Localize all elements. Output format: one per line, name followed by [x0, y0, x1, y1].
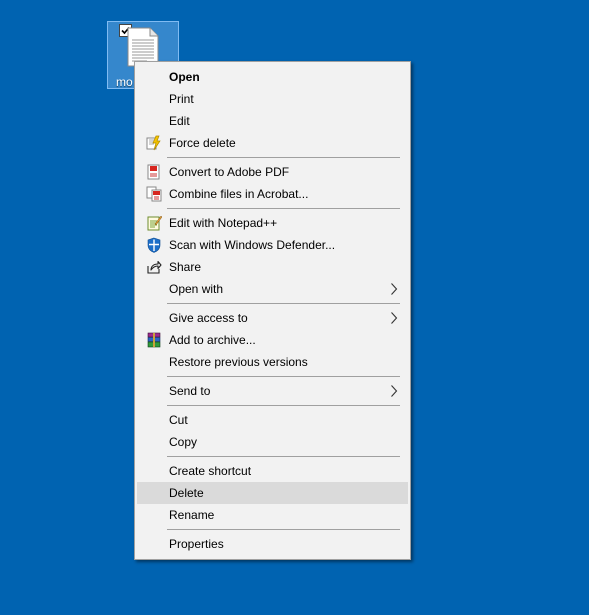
menu-item-label: Rename: [169, 508, 215, 522]
menu-item-label: Print: [169, 92, 194, 106]
menu-item-convert-to-pdf[interactable]: Convert to Adobe PDF: [137, 161, 408, 183]
menu-item-scan-defender[interactable]: Scan with Windows Defender...: [137, 234, 408, 256]
chevron-right-icon: [391, 283, 398, 295]
chevron-right-icon: [391, 312, 398, 324]
acrobat-combine-icon: [146, 186, 162, 202]
menu-item-properties[interactable]: Properties: [137, 533, 408, 555]
menu-item-label: Restore previous versions: [169, 355, 308, 369]
menu-separator: [167, 376, 400, 377]
menu-item-share[interactable]: Share: [137, 256, 408, 278]
menu-item-print[interactable]: Print: [137, 88, 408, 110]
menu-item-label: Force delete: [169, 136, 236, 150]
menu-item-label: Edit: [169, 114, 190, 128]
menu-item-open[interactable]: Open: [137, 66, 408, 88]
menu-item-combine-acrobat[interactable]: Combine files in Acrobat...: [137, 183, 408, 205]
menu-item-label: Send to: [169, 384, 211, 398]
menu-item-open-with[interactable]: Open with: [137, 278, 408, 300]
menu-item-add-archive[interactable]: Add to archive...: [137, 329, 408, 351]
menu-item-delete[interactable]: Delete: [137, 482, 408, 504]
menu-item-label: Share: [169, 260, 202, 274]
menu-item-rename[interactable]: Rename: [137, 504, 408, 526]
menu-separator: [167, 208, 400, 209]
file-name-label: mo: [116, 75, 133, 89]
adobe-pdf-icon: [147, 164, 160, 180]
windows-defender-icon: [147, 237, 161, 253]
menu-separator: [167, 456, 400, 457]
menu-item-label: Open with: [169, 282, 224, 296]
menu-separator: [167, 303, 400, 304]
menu-item-label: Convert to Adobe PDF: [169, 165, 290, 179]
menu-item-edit-notepad[interactable]: Edit with Notepad++: [137, 212, 408, 234]
menu-item-label: Add to archive...: [169, 333, 256, 347]
menu-item-label: Scan with Windows Defender...: [169, 238, 336, 252]
menu-item-label: Create shortcut: [169, 464, 252, 478]
menu-item-label: Copy: [169, 435, 198, 449]
menu-separator: [167, 157, 400, 158]
menu-item-label: Edit with Notepad++: [169, 216, 278, 230]
menu-separator: [167, 529, 400, 530]
menu-item-label: Delete: [169, 486, 204, 500]
winrar-archive-icon: [147, 332, 161, 348]
chevron-right-icon: [391, 385, 398, 397]
share-icon: [147, 260, 162, 274]
menu-item-create-shortcut[interactable]: Create shortcut: [137, 460, 408, 482]
notepad-plus-plus-icon: [147, 215, 162, 231]
menu-item-label: Cut: [169, 413, 188, 427]
force-delete-icon: [146, 135, 161, 151]
menu-item-label: Properties: [169, 537, 224, 551]
menu-item-label: Open: [169, 70, 200, 84]
menu-separator: [167, 405, 400, 406]
menu-item-cut[interactable]: Cut: [137, 409, 408, 431]
context-menu: Open Print Edit Force delete Convert to …: [134, 61, 411, 560]
menu-item-label: Give access to: [169, 311, 248, 325]
menu-item-give-access[interactable]: Give access to: [137, 307, 408, 329]
menu-item-label: Combine files in Acrobat...: [169, 187, 309, 201]
menu-item-edit[interactable]: Edit: [137, 110, 408, 132]
menu-item-restore-versions[interactable]: Restore previous versions: [137, 351, 408, 373]
menu-item-send-to[interactable]: Send to: [137, 380, 408, 402]
menu-item-copy[interactable]: Copy: [137, 431, 408, 453]
menu-item-force-delete[interactable]: Force delete: [137, 132, 408, 154]
